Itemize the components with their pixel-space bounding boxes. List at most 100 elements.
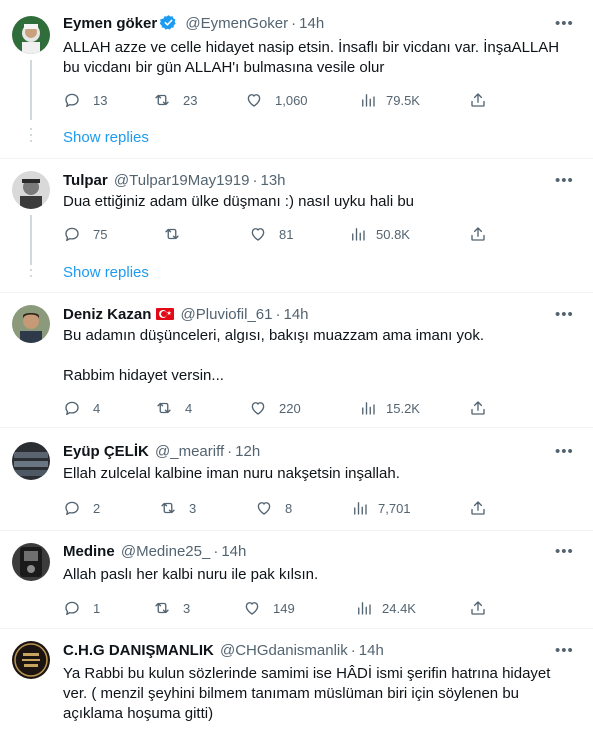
reply-count: 13 (93, 92, 108, 108)
views-button[interactable]: 24.4K (355, 598, 416, 618)
views-icon (354, 502, 367, 515)
more-icon[interactable]: ••• (555, 643, 573, 664)
views-count: 79.5K (386, 92, 420, 108)
tweet-header: Tulpar @Tulpar19May1919 · 13h (63, 171, 553, 191)
tweet[interactable]: Eyüp ÇELİK @_meariff · 12h ••• Ellah zulce… (0, 428, 593, 531)
tweet-header: C.H.G DANIŞMANLIK @CHGdanismanlik · 14h (63, 641, 553, 661)
retweet-count: 3 (183, 600, 191, 616)
timestamp[interactable]: 13h (261, 172, 286, 189)
show-replies-link[interactable]: Show replies (63, 128, 149, 148)
reply-icon (65, 401, 79, 416)
like-button[interactable]: 8 (255, 498, 292, 518)
views-icon (362, 94, 375, 107)
author-name[interactable]: C.H.G DANIŞMANLIK (63, 642, 214, 659)
reply-button[interactable]: 1 (63, 598, 100, 618)
separator-dot: · (275, 306, 281, 323)
tweet[interactable]: Eymen göker @EymenGoker · 14h ••• ALLAH az… (0, 0, 593, 158)
author-handle[interactable]: @CHGdanismanlik (220, 642, 348, 659)
avatar[interactable] (12, 442, 50, 480)
author-handle[interactable]: @_meariff (155, 443, 224, 460)
share-button[interactable] (469, 498, 487, 518)
thread-line (30, 215, 32, 263)
reply-count: 75 (93, 226, 108, 242)
timestamp[interactable]: 14h (221, 543, 246, 560)
tweet-header: Eyüp ÇELİK @_meariff · 12h (63, 442, 553, 462)
share-button[interactable] (469, 224, 487, 244)
author-name[interactable]: Eyüp ÇELİK (63, 443, 149, 460)
views-count: 24.4K (382, 600, 416, 616)
like-count: 220 (279, 400, 301, 416)
share-button[interactable] (469, 598, 487, 618)
timestamp[interactable]: 14h (359, 642, 384, 659)
tweet-text: Dua ettiğiniz adam ülke düşmanı :) nasıl… (63, 193, 415, 210)
share-icon (471, 401, 485, 415)
like-button[interactable]: 81 (249, 224, 293, 244)
reply-button[interactable]: 75 (63, 224, 107, 244)
views-icon (362, 402, 375, 415)
author-handle[interactable]: @Pluviofil_61 (181, 306, 273, 323)
thread-dots (30, 128, 32, 146)
retweet-button[interactable]: 4 (155, 398, 192, 418)
tweet[interactable]: C.H.G DANIŞMANLIK @CHGdanismanlik · 14h ••… (0, 629, 593, 735)
retweet-button[interactable] (163, 224, 181, 244)
retweet-icon (161, 502, 175, 514)
tweet[interactable]: Deniz Kazan ★ @Pluviofil_61 · 14h ••• Bu ad… (0, 293, 593, 428)
like-button[interactable]: 149 (243, 598, 295, 618)
retweet-button[interactable]: 3 (159, 498, 196, 518)
share-icon (471, 227, 485, 241)
author-handle[interactable]: @Medine25_ (121, 543, 210, 560)
avatar[interactable] (12, 641, 50, 679)
share-button[interactable] (469, 398, 487, 418)
action-bar: 75 81 50.8K (63, 224, 493, 244)
reply-button[interactable]: 2 (63, 498, 100, 518)
tweet-text: ALLAH azze ve celle hidayet nasip etsin.… (63, 39, 564, 76)
separator-dot: · (227, 443, 233, 460)
show-replies-link[interactable]: Show replies (63, 263, 149, 283)
more-icon[interactable]: ••• (555, 16, 573, 37)
author-handle[interactable]: @EymenGoker (185, 15, 288, 32)
turkey-flag-icon: ★ (156, 308, 175, 320)
more-icon[interactable]: ••• (555, 444, 573, 465)
like-button[interactable]: 220 (249, 398, 301, 418)
like-button[interactable]: 1,060 (245, 90, 308, 110)
tweet[interactable]: Medine @Medine25_ · 14h ••• Allah paslı he… (0, 531, 593, 629)
timestamp[interactable]: 14h (299, 15, 324, 32)
author-name[interactable]: Medine (63, 543, 115, 560)
retweet-button[interactable]: 3 (153, 598, 190, 618)
like-count: 81 (279, 226, 294, 242)
verified-badge-icon (160, 14, 177, 34)
views-button[interactable]: 15.2K (359, 398, 420, 418)
author-handle[interactable]: @Tulpar19May1919 (114, 172, 250, 189)
like-count: 1,060 (275, 92, 308, 108)
views-button[interactable]: 79.5K (359, 90, 420, 110)
timestamp[interactable]: 12h (235, 443, 260, 460)
tweet[interactable]: Tulpar @Tulpar19May1919 · 13h ••• Dua etti… (0, 159, 593, 292)
author-name[interactable]: Deniz Kazan (63, 306, 151, 323)
more-icon[interactable]: ••• (555, 544, 573, 565)
avatar[interactable] (12, 171, 50, 209)
reply-button[interactable]: 4 (63, 398, 100, 418)
reply-count: 1 (93, 600, 101, 616)
retweet-icon (155, 94, 169, 106)
author-name[interactable]: Eymen göker (63, 15, 157, 32)
share-icon (471, 601, 485, 615)
like-icon (247, 94, 261, 107)
views-count: 7,701 (378, 500, 411, 516)
avatar[interactable] (12, 543, 50, 581)
share-button[interactable] (469, 90, 487, 110)
thread-line (30, 60, 32, 120)
tweet-header: Eymen göker @EymenGoker · 14h (63, 14, 553, 34)
views-button[interactable]: 50.8K (349, 224, 410, 244)
retweet-count: 23 (183, 92, 198, 108)
timestamp[interactable]: 14h (283, 306, 308, 323)
author-name[interactable]: Tulpar (63, 172, 108, 189)
reply-icon (65, 227, 79, 242)
like-count: 149 (273, 600, 295, 616)
avatar[interactable] (12, 305, 50, 343)
separator-dot: · (213, 543, 219, 560)
avatar[interactable] (12, 16, 50, 54)
views-button[interactable]: 7,701 (351, 498, 411, 518)
separator-dot: · (350, 642, 356, 659)
retweet-button[interactable]: 23 (153, 90, 197, 110)
reply-button[interactable]: 13 (63, 90, 107, 110)
